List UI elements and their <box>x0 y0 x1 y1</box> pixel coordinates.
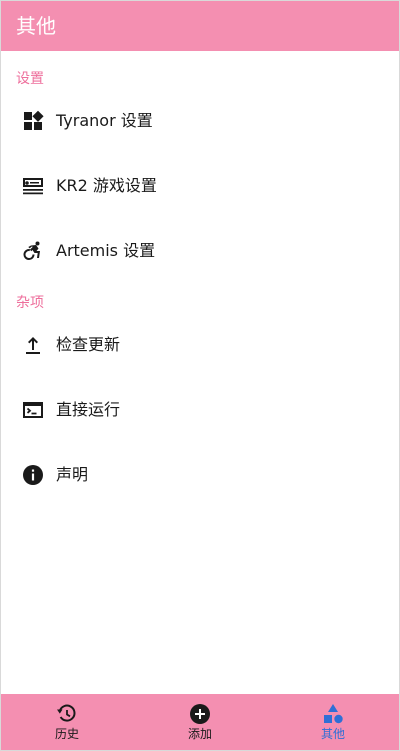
section-header-settings: 设置 <box>16 71 44 87</box>
check-update-label: 检查更新 <box>56 335 121 354</box>
tyranor-settings-label: Tyranor 设置 <box>56 111 153 130</box>
train-icon <box>21 174 45 198</box>
artemis-settings-item[interactable]: Artemis 设置 <box>1 223 399 279</box>
check-update-item[interactable]: 检查更新 <box>1 317 399 373</box>
nav-history-label: 历史 <box>54 727 79 741</box>
declaration-item[interactable]: 声明 <box>1 447 399 503</box>
kr2-game-settings-label: KR2 游戏设置 <box>56 176 157 195</box>
upload-icon <box>21 333 45 357</box>
add-circle-icon <box>188 702 212 726</box>
nav-add[interactable]: 添加 <box>134 694 266 750</box>
nav-other[interactable]: 其他 <box>267 694 399 750</box>
widgets-icon <box>21 109 45 133</box>
app-bar: 其他 <box>1 1 399 51</box>
nav-history[interactable]: 历史 <box>1 694 133 750</box>
nav-add-label: 添加 <box>187 727 212 741</box>
declaration-label: 声明 <box>56 465 89 484</box>
section-header-misc: 杂项 <box>16 295 44 311</box>
kr2-game-settings-item[interactable]: KR2 游戏设置 <box>1 158 399 214</box>
direct-run-label: 直接运行 <box>56 400 121 419</box>
bottom-navigation: 历史 添加 其他 <box>1 694 399 750</box>
direct-run-item[interactable]: 直接运行 <box>1 382 399 438</box>
category-icon <box>321 702 345 726</box>
terminal-icon <box>21 398 45 422</box>
history-icon <box>55 702 79 726</box>
tyranor-settings-item[interactable]: Tyranor 设置 <box>1 93 399 149</box>
info-icon <box>21 463 45 487</box>
artemis-settings-label: Artemis 设置 <box>56 241 156 260</box>
screen: 其他 设置 Tyranor 设置 KR2 游戏设置 Artemis 设置 杂项 … <box>0 0 400 751</box>
nav-other-label: 其他 <box>320 727 345 741</box>
accessible-forward-icon <box>21 239 45 263</box>
page-title: 其他 <box>16 14 56 38</box>
